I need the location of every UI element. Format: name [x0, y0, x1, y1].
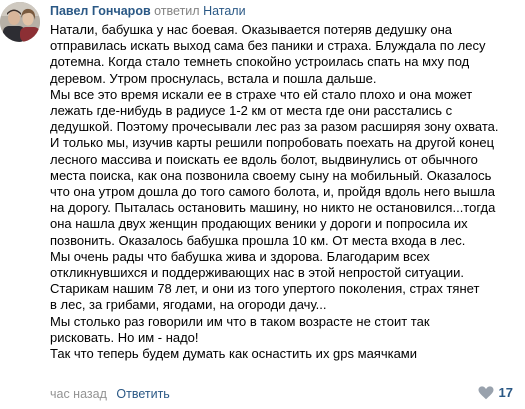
author-name[interactable]: Павел Гончаров — [50, 4, 151, 18]
reply-button[interactable]: Ответить — [116, 387, 169, 401]
comment-line: рисковать. Но им - надо! — [50, 329, 199, 345]
like-button[interactable]: 17 — [478, 385, 513, 400]
comment-header: Павел Гончаров ответил Натали — [50, 3, 518, 19]
comment-line: Мы очень рады что бабушка жива и здорова… — [50, 248, 430, 264]
comment-line: деревом. Утром проснулась, встала и пошл… — [50, 70, 377, 86]
comment-line: лежать где-нибудь в радиусе 1-2 км от ме… — [50, 103, 453, 119]
comment-line: что она утром дошла до того самого болот… — [50, 184, 496, 200]
avatar[interactable] — [0, 2, 40, 42]
comment-text: Натали, бабушка у нас боевая. Оказываетс… — [50, 22, 518, 362]
comment-body: Павел Гончаров ответил Натали Натали, ба… — [50, 3, 518, 362]
comment-line: Натали, бабушка у нас боевая. Оказываетс… — [50, 22, 453, 37]
comment-line: Мы все это время искали ее в страхе что … — [50, 86, 473, 102]
reply-verb: ответил — [154, 4, 200, 18]
comment-line: лесного массива и поискать ее вдоль боло… — [50, 151, 478, 167]
comment-line: дотемна. Когда стало темнеть спокойно ус… — [50, 54, 470, 70]
comment-line: Мы столько раз говорили им что в таком в… — [50, 313, 430, 329]
comment-line: Так что теперь будем думать как оснастит… — [50, 346, 418, 362]
comment-line: позвонить. Оказалось бабушка прошла 10 к… — [50, 232, 466, 248]
comment-line: Старикам нашим 78 лет, и они из того упе… — [50, 281, 480, 297]
comment-line: на дорогу. Пыталась остановить машину, н… — [50, 200, 496, 216]
comment-line: откликнувшихся и поддерживающих нас в эт… — [50, 265, 464, 281]
comment-time[interactable]: час назад — [50, 387, 107, 401]
reply-to-name[interactable]: Натали — [203, 4, 246, 18]
heart-icon — [478, 385, 494, 399]
comment-line: И только мы, изучив карты решили попробо… — [50, 135, 495, 151]
like-count: 17 — [498, 385, 513, 400]
avatar-photo — [0, 2, 40, 42]
comment-line: отправилась искать выход сама без паники… — [50, 38, 486, 54]
comment-footer: час назад Ответить — [50, 386, 170, 402]
comment-line: места поиска, как она позвонила своему с… — [50, 167, 492, 183]
comment-line: дедушкой. Поэтому прочесывали лес раз за… — [50, 119, 499, 135]
comment-line: в лес, за грибами, ягодами, на огороди д… — [50, 297, 327, 313]
comment-line: она нашла двух женщин продающих веники у… — [50, 216, 468, 232]
